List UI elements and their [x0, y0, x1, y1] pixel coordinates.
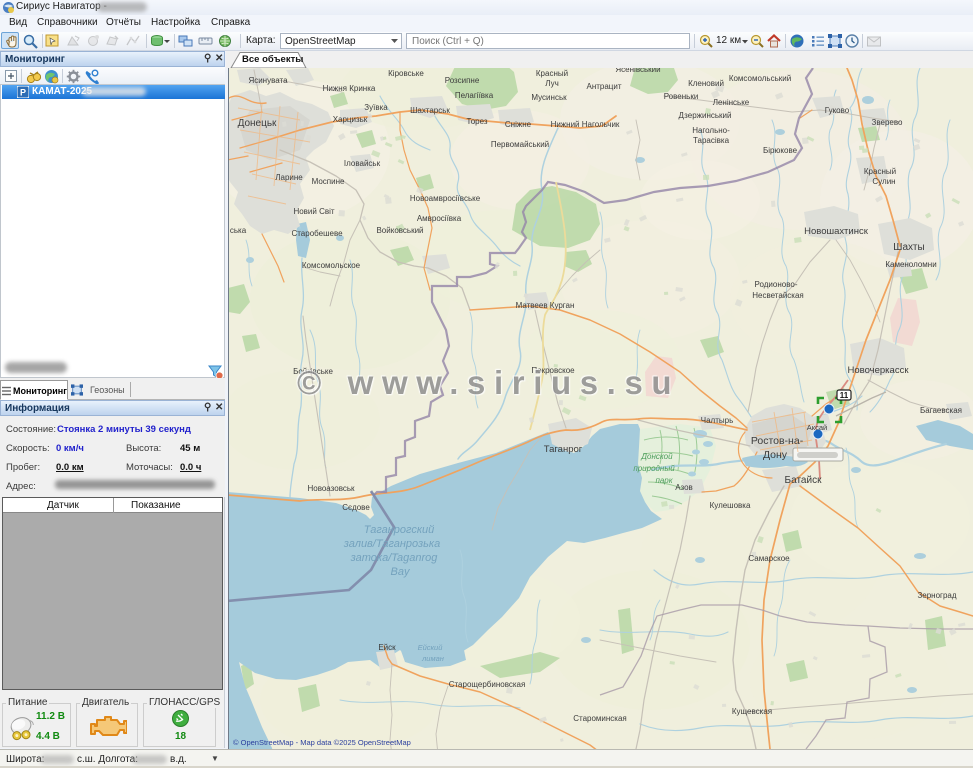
- svg-text:Ясенівський: Ясенівський: [615, 68, 660, 74]
- svg-text:Комсомольський: Комсомольський: [729, 74, 791, 83]
- svg-text:Гуково: Гуково: [825, 106, 850, 115]
- svg-text:Багаевская: Багаевская: [920, 406, 962, 415]
- svg-text:Красный: Красный: [864, 167, 896, 176]
- svg-text:Дзержинський: Дзержинський: [678, 111, 731, 120]
- svg-text:Ейский: Ейский: [418, 643, 444, 652]
- svg-text:Зверево: Зверево: [872, 118, 904, 127]
- svg-text:Старобешеве: Старобешеве: [291, 229, 343, 238]
- svg-text:затока/Taganrog: затока/Taganrog: [350, 552, 439, 564]
- svg-text:Несветайская: Несветайская: [752, 291, 804, 300]
- svg-text:парк: парк: [655, 476, 673, 485]
- svg-text:Азов: Азов: [675, 483, 693, 492]
- svg-text:Зуївка: Зуївка: [364, 103, 388, 112]
- svg-text:Каменоломни: Каменоломни: [885, 260, 936, 269]
- svg-text:Ларине: Ларине: [275, 173, 303, 182]
- svg-text:Сніжне: Сніжне: [505, 120, 532, 129]
- svg-text:Кущевская: Кущевская: [732, 707, 772, 716]
- svg-text:Ясинувата: Ясинувата: [248, 76, 288, 85]
- svg-text:Моспине: Моспине: [312, 177, 345, 186]
- svg-text:Ленінське: Ленінське: [713, 98, 750, 107]
- svg-text:Харцизьк: Харцизьк: [333, 115, 368, 124]
- svg-text:Войковський: Войковський: [376, 226, 423, 235]
- svg-text:Торез: Торез: [466, 117, 487, 126]
- svg-text:Донской: Донской: [640, 452, 673, 461]
- svg-text:P: P: [20, 88, 26, 98]
- svg-text:Новоазовськ: Новоазовськ: [307, 484, 355, 493]
- svg-text:Таганрогский: Таганрогский: [364, 524, 435, 536]
- svg-text:Розсипне: Розсипне: [445, 76, 480, 85]
- svg-text:Амвросіївка: Амвросіївка: [417, 214, 462, 223]
- svg-text:Староминская: Староминская: [573, 714, 627, 723]
- svg-text:Новоамвросіївське: Новоамвросіївське: [410, 194, 481, 203]
- svg-text:Нагольно-: Нагольно-: [692, 126, 730, 135]
- svg-text:Кулешовка: Кулешовка: [710, 501, 751, 510]
- svg-text:Пелагіївка: Пелагіївка: [455, 91, 494, 100]
- svg-text:Родионово-: Родионово-: [755, 280, 798, 289]
- svg-text:Ровеньки: Ровеньки: [664, 92, 699, 101]
- svg-text:Новочеркасск: Новочеркасск: [848, 365, 910, 376]
- svg-text:Ростов-на-: Ростов-на-: [751, 435, 804, 447]
- svg-text:лиман: лиман: [421, 654, 444, 663]
- svg-text:Матвеев Курган: Матвеев Курган: [516, 301, 575, 310]
- svg-text:Донецьк: Донецьк: [238, 118, 277, 129]
- svg-text:ська: ська: [230, 226, 247, 235]
- svg-text:Комсомольское: Комсомольское: [302, 261, 361, 270]
- svg-text:Нижня Кринка: Нижня Кринка: [323, 84, 376, 93]
- svg-text:Старощербиновская: Старощербиновская: [449, 680, 526, 689]
- svg-text:Шахты: Шахты: [893, 242, 924, 253]
- svg-text:Нижний Нагольчик: Нижний Нагольчик: [551, 120, 620, 129]
- svg-text:природный: природный: [633, 464, 675, 473]
- svg-text:Шахтарськ: Шахтарськ: [410, 106, 450, 115]
- svg-text:Аксай: Аксай: [807, 423, 827, 432]
- svg-text:Зерноград: Зерноград: [917, 591, 956, 600]
- svg-text:Новий Світ: Новий Світ: [293, 207, 334, 216]
- svg-text:Bay: Bay: [391, 566, 411, 578]
- svg-text:Сулин: Сулин: [872, 177, 895, 186]
- svg-text:Новошахтинск: Новошахтинск: [804, 226, 869, 237]
- svg-text:Самарское: Самарское: [748, 554, 790, 563]
- svg-text:Красный: Красный: [536, 69, 568, 78]
- svg-text:Антрацит: Антрацит: [586, 82, 621, 91]
- svg-text:Луч: Луч: [545, 79, 559, 88]
- svg-text:Таганрог: Таганрог: [544, 444, 583, 455]
- svg-text:залив/Таганрозька: залив/Таганрозька: [343, 538, 441, 550]
- svg-text:Кленовий: Кленовий: [688, 79, 724, 88]
- svg-text:Первомайський: Первомайський: [491, 140, 549, 149]
- svg-text:Сєдове: Сєдове: [342, 503, 370, 512]
- svg-text:Бірюкове: Бірюкове: [763, 146, 798, 155]
- svg-text:Чалтырь: Чалтырь: [701, 416, 733, 425]
- svg-text:Ейск: Ейск: [378, 643, 396, 652]
- svg-text:Мусинськ: Мусинськ: [531, 93, 567, 102]
- svg-text:Батайск: Батайск: [785, 475, 823, 486]
- svg-text:Кіровське: Кіровське: [388, 69, 424, 78]
- svg-text:Іловайськ: Іловайськ: [344, 159, 381, 168]
- svg-text:Дону: Дону: [763, 449, 788, 461]
- svg-text:11: 11: [840, 391, 849, 400]
- svg-text:Тарасівка: Тарасівка: [693, 136, 730, 145]
